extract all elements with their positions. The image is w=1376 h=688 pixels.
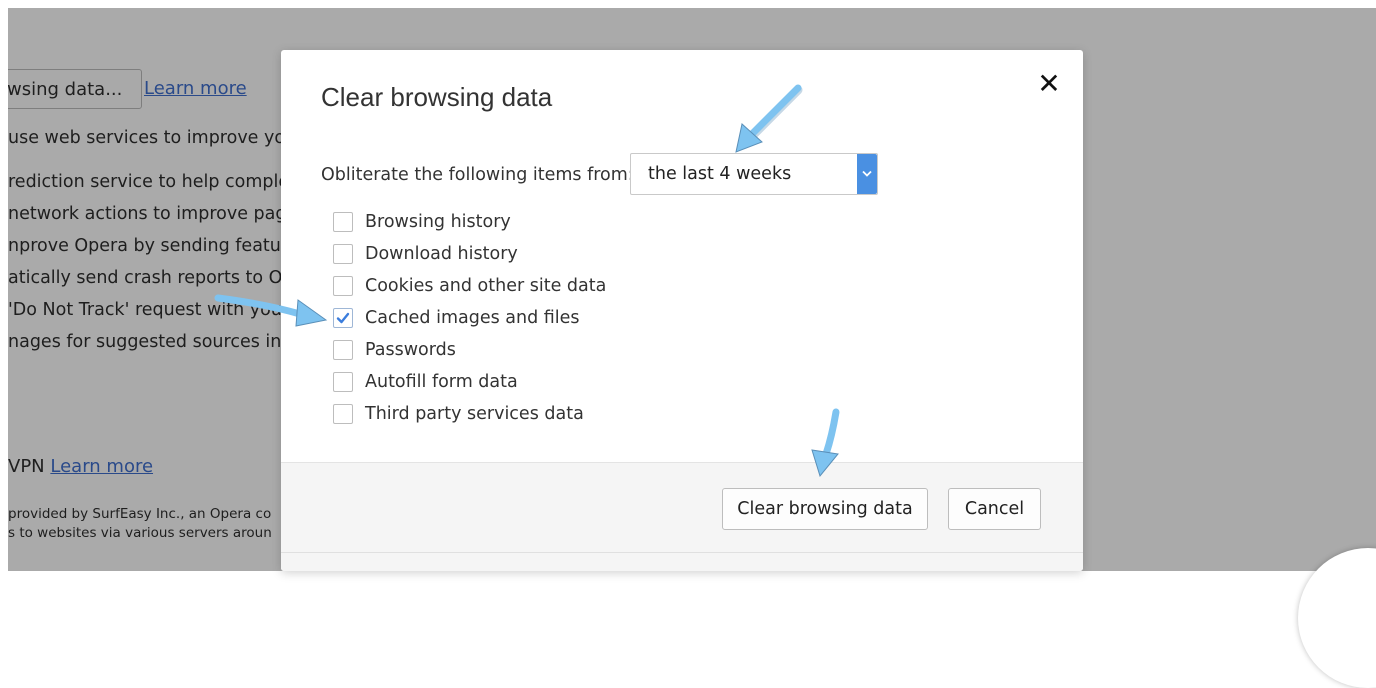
arrow-annotation-icon: [735, 84, 803, 153]
arrow-annotation-icon: [214, 294, 328, 327]
annotation-arrows: [214, 84, 840, 478]
arrow-annotation-icon: [811, 408, 840, 478]
